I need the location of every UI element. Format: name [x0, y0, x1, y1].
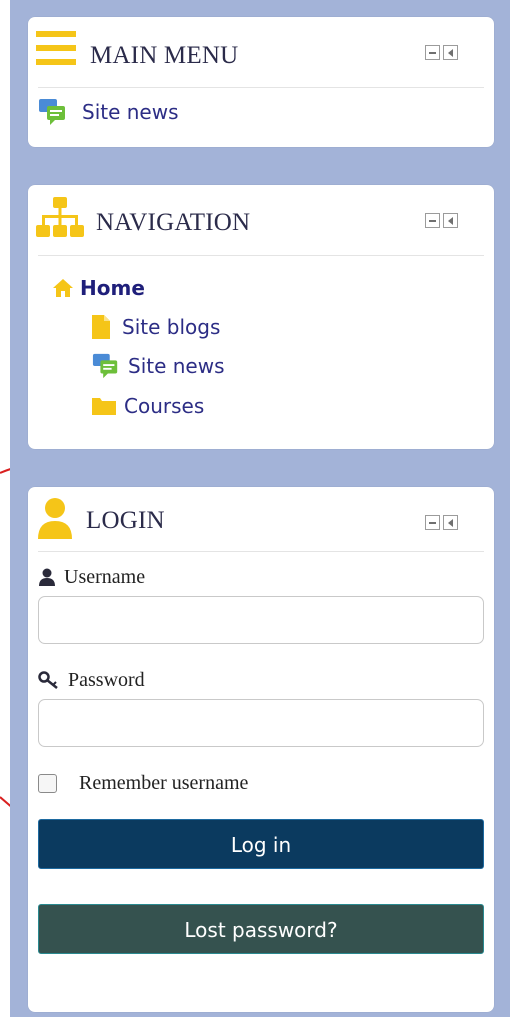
main-menu-item-label: Site news — [82, 100, 179, 124]
navigation-title: NAVIGATION — [96, 209, 251, 236]
nav-item-courses[interactable]: Courses — [92, 392, 204, 420]
remember-username-label: Remember username — [79, 771, 249, 794]
hamburger-menu-icon — [36, 31, 76, 65]
home-icon — [53, 279, 73, 297]
password-label: Password — [68, 668, 145, 691]
folder-icon — [92, 398, 116, 415]
nav-item-label: Site news — [128, 354, 225, 378]
nav-item-label: Courses — [124, 394, 205, 418]
username-label: Username — [64, 565, 146, 588]
login-title: LOGIN — [86, 507, 165, 534]
user-small-icon — [39, 568, 55, 586]
nav-item-label: Site blogs — [122, 315, 221, 339]
sitemap-icon — [36, 197, 84, 237]
minimize-block-button[interactable] — [425, 515, 440, 530]
news-icon — [39, 99, 65, 125]
nav-item-site-blogs[interactable]: Site blogs — [92, 313, 220, 341]
news-icon — [92, 353, 118, 379]
dock-block-button[interactable] — [443, 515, 458, 530]
login-button[interactable]: Log in — [38, 819, 484, 869]
dock-block-button[interactable] — [443, 213, 458, 228]
nav-home-label: Home — [80, 276, 145, 300]
key-icon — [38, 671, 58, 689]
username-input[interactable] — [38, 596, 484, 644]
main-menu-title: MAIN MENU — [90, 42, 239, 69]
lost-password-button[interactable]: Lost password? — [38, 904, 484, 954]
minimize-block-button[interactable] — [425, 213, 440, 228]
nav-item-home[interactable]: Home — [52, 275, 145, 301]
file-icon — [92, 315, 110, 339]
remember-username-checkbox[interactable] — [38, 773, 57, 793]
user-icon — [38, 498, 72, 539]
main-menu-block: MAIN MENU Site news — [28, 17, 494, 147]
login-block: LOGIN Username Password Remember usernam… — [28, 487, 494, 1012]
password-input[interactable] — [38, 699, 484, 747]
navigation-block: NAVIGATION Home Site blogs Site news Cou… — [28, 185, 494, 449]
dock-block-button[interactable] — [443, 45, 458, 60]
main-menu-item-site-news[interactable]: Site news — [38, 97, 179, 127]
minimize-block-button[interactable] — [425, 45, 440, 60]
nav-item-site-news[interactable]: Site news — [92, 352, 225, 380]
